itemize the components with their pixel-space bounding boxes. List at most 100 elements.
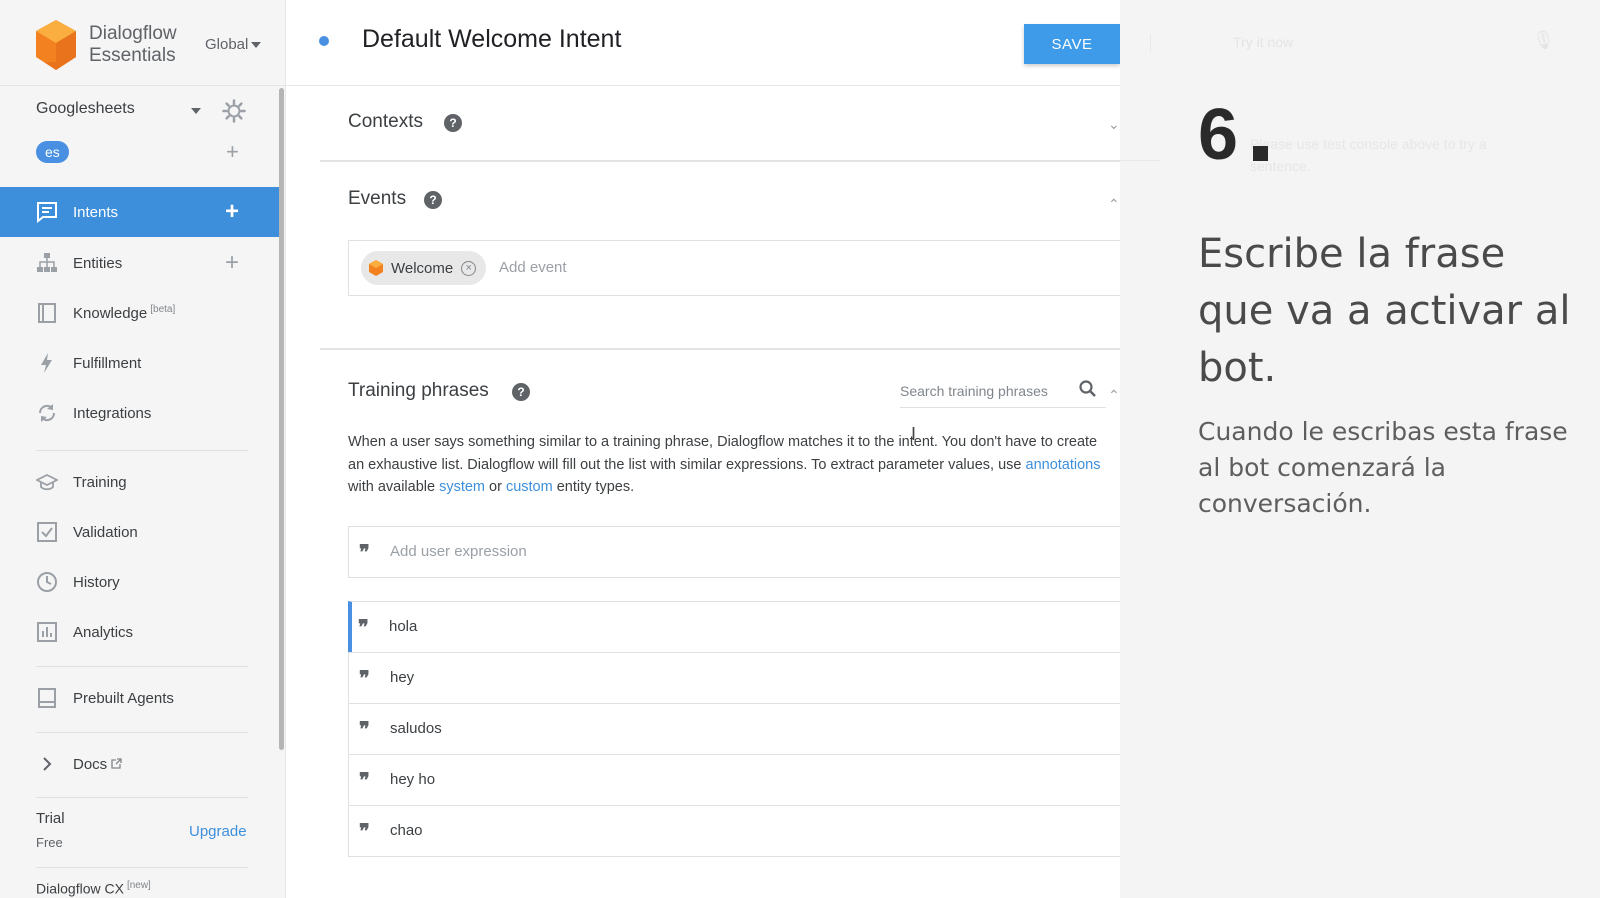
language-pill[interactable]: es bbox=[36, 141, 69, 163]
sidebar-divider bbox=[36, 666, 248, 667]
training-phrase-text[interactable]: hola bbox=[389, 618, 417, 635]
upgrade-link[interactable]: Upgrade bbox=[189, 823, 247, 840]
contexts-title[interactable]: Contexts bbox=[348, 111, 423, 133]
sidebar-item-fulfillment[interactable]: Fulfillment bbox=[0, 338, 281, 388]
gear-icon[interactable] bbox=[222, 99, 246, 123]
region-selector[interactable]: Global bbox=[205, 36, 262, 53]
bar-chart-icon bbox=[37, 622, 57, 642]
sidebar-item-history[interactable]: History bbox=[0, 557, 281, 607]
lightning-icon bbox=[41, 353, 52, 373]
sidebar-item-integrations[interactable]: Integrations bbox=[0, 388, 281, 438]
training-phrase-row[interactable]: ❞ hola bbox=[348, 601, 1120, 653]
hierarchy-icon bbox=[37, 253, 57, 272]
agent-selector[interactable]: Googlesheets bbox=[36, 99, 251, 124]
tutorial-subline: Cuando le escribas esta frase al bot com… bbox=[1198, 417, 1568, 518]
agent-name: Googlesheets bbox=[36, 100, 135, 117]
remove-chip-icon[interactable]: × bbox=[461, 260, 477, 276]
step-number: 6 bbox=[1198, 95, 1238, 175]
search-icon[interactable] bbox=[1078, 379, 1098, 399]
system-link[interactable]: system bbox=[439, 479, 485, 495]
sidebar-item-entities[interactable]: Entities + bbox=[0, 238, 281, 288]
dialogflow-logo-icon bbox=[36, 20, 76, 70]
sidebar-divider bbox=[36, 450, 248, 451]
help-icon[interactable]: ? bbox=[424, 191, 442, 209]
text-cursor-icon: I bbox=[911, 424, 917, 444]
quote-icon: ❞ bbox=[359, 717, 370, 741]
sidebar-item-label: History bbox=[73, 573, 120, 591]
sidebar-divider bbox=[36, 867, 248, 868]
training-phrases-title[interactable]: Training phrases bbox=[348, 380, 489, 402]
sidebar-item-intents[interactable]: Intents + bbox=[0, 187, 281, 237]
sidebar-item-label: Docs bbox=[73, 755, 123, 773]
graduation-cap-icon bbox=[36, 473, 58, 491]
annotations-link[interactable]: annotations bbox=[1026, 457, 1101, 473]
microphone-icon[interactable]: 🎙 bbox=[1532, 30, 1555, 51]
console-divider bbox=[1120, 160, 1160, 161]
events-title[interactable]: Events bbox=[348, 188, 406, 210]
chevron-down-icon[interactable]: ⌄ bbox=[1108, 116, 1120, 133]
training-phrase-row[interactable]: ❞ saludos bbox=[348, 703, 1120, 755]
priority-dot-icon[interactable] bbox=[319, 36, 329, 46]
intent-title[interactable]: Default Welcome Intent bbox=[362, 25, 621, 54]
training-phrase-text[interactable]: saludos bbox=[390, 720, 442, 737]
event-chip-label: Welcome bbox=[391, 259, 454, 277]
checkbox-icon bbox=[37, 522, 57, 542]
plan-price: Free bbox=[36, 835, 63, 850]
chat-icon bbox=[37, 202, 57, 223]
search-training-phrases[interactable]: Search training phrases bbox=[900, 374, 1106, 408]
add-language-icon[interactable]: + bbox=[226, 141, 239, 163]
add-event-input[interactable]: Add event bbox=[499, 259, 567, 276]
add-user-expression[interactable]: ❞ Add user expression bbox=[348, 526, 1120, 578]
tutorial-overlay-panel: Try it now 🎙 Please use test console abo… bbox=[1120, 0, 1600, 898]
training-phrase-text[interactable]: hey ho bbox=[390, 771, 435, 788]
desc-text: or bbox=[485, 479, 506, 495]
sidebar-item-label: Prebuilt Agents bbox=[73, 689, 174, 707]
add-expression-input[interactable]: Add user expression bbox=[390, 543, 527, 560]
sidebar-item-label: Analytics bbox=[73, 623, 134, 641]
new-badge: [new] bbox=[126, 880, 151, 891]
sidebar-item-knowledge[interactable]: Knowledge [beta] bbox=[0, 288, 281, 338]
sidebar-divider bbox=[36, 732, 248, 733]
sidebar-item-label: Fulfillment bbox=[73, 354, 142, 372]
training-phrase-row[interactable]: ❞ chao bbox=[348, 805, 1120, 857]
chevron-up-icon[interactable]: ⌃ bbox=[1108, 387, 1120, 404]
training-phrase-text[interactable]: hey bbox=[390, 669, 414, 686]
desc-text: with available bbox=[348, 479, 440, 495]
chevron-right-icon bbox=[43, 757, 52, 771]
caret-down-icon bbox=[251, 42, 262, 49]
quote-icon: ❞ bbox=[359, 768, 370, 792]
training-phrase-text[interactable]: chao bbox=[390, 822, 423, 839]
cx-label: Dialogflow CX bbox=[36, 880, 124, 897]
help-icon[interactable]: ? bbox=[512, 383, 530, 401]
knowledge-label: Knowledge bbox=[73, 305, 148, 322]
add-entity-icon[interactable]: + bbox=[225, 251, 239, 275]
sidebar-scrollbar[interactable] bbox=[279, 88, 284, 750]
search-training-phrases-input[interactable]: Search training phrases bbox=[900, 383, 1048, 399]
sidebar-item-validation[interactable]: Validation bbox=[0, 507, 281, 557]
agent-caret-icon[interactable] bbox=[191, 108, 201, 114]
dialogflow-cx-link[interactable]: Dialogflow CX [new] bbox=[36, 880, 151, 897]
chevron-up-icon[interactable]: ⌃ bbox=[1108, 196, 1120, 213]
quote-icon: ❞ bbox=[359, 819, 370, 843]
events-field[interactable]: Welcome × Add event bbox=[348, 240, 1120, 296]
save-button[interactable]: SAVE bbox=[1024, 24, 1120, 64]
custom-link[interactable]: custom bbox=[506, 479, 553, 495]
section-divider bbox=[320, 160, 1120, 162]
sidebar-item-prebuilt-agents[interactable]: Prebuilt Agents bbox=[0, 673, 281, 723]
sidebar-divider bbox=[36, 797, 248, 798]
sidebar-item-label: Knowledge [beta] bbox=[73, 304, 175, 322]
try-it-now-input[interactable]: Try it now bbox=[1233, 34, 1293, 50]
quote-icon: ❞ bbox=[358, 615, 369, 639]
training-phrase-row[interactable]: ❞ hey bbox=[348, 652, 1120, 704]
desc-text: entity types. bbox=[552, 479, 635, 495]
add-intent-icon[interactable]: + bbox=[225, 200, 239, 224]
docs-label: Docs bbox=[73, 755, 108, 773]
sidebar-item-analytics[interactable]: Analytics bbox=[0, 607, 281, 657]
sidebar-item-label: Training bbox=[73, 473, 127, 491]
training-phrase-row[interactable]: ❞ hey ho bbox=[348, 754, 1120, 806]
sidebar-item-docs[interactable]: Docs bbox=[0, 739, 281, 789]
help-icon[interactable]: ? bbox=[444, 114, 462, 132]
sidebar-item-training[interactable]: Training bbox=[0, 457, 281, 507]
step-dot bbox=[1253, 146, 1268, 161]
quote-icon: ❞ bbox=[359, 666, 370, 690]
